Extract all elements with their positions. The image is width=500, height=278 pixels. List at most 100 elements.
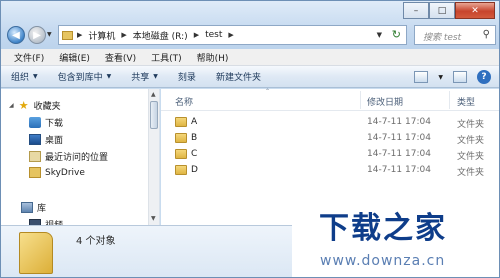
crumb-test[interactable]: test xyxy=(205,30,222,40)
chevron-right-icon[interactable]: ▶ xyxy=(77,31,82,39)
recent-places-icon xyxy=(29,151,41,162)
search-input[interactable]: 搜索 test ⚲ xyxy=(414,25,496,45)
file-row[interactable]: B 14-7-11 17:04 文件夹 xyxy=(169,130,499,146)
download-icon xyxy=(29,117,41,128)
nav-scrollbar[interactable]: ▲ ▼ xyxy=(148,89,159,225)
maximize-button[interactable]: □ xyxy=(429,2,455,19)
nav-favorites[interactable]: ◢ ★ 收藏夹 xyxy=(9,99,61,112)
menu-edit[interactable]: 编辑(E) xyxy=(59,51,90,64)
nav-libraries[interactable]: 库 xyxy=(21,201,46,214)
search-icon[interactable]: ⚲ xyxy=(483,29,490,40)
new-folder-label: 新建文件夹 xyxy=(215,73,261,83)
include-label: 包含到库中 xyxy=(57,73,103,83)
crumb-computer[interactable]: 计算机 xyxy=(88,29,115,42)
share-button[interactable]: 共享 ▼ xyxy=(121,70,168,83)
nav-recent-places[interactable]: 最近访问的位置 xyxy=(29,150,108,163)
watermark-title: 下载之家 xyxy=(319,211,447,246)
column-divider[interactable] xyxy=(449,91,450,109)
scroll-thumb[interactable] xyxy=(150,101,158,129)
nav-recent-label: 最近访问的位置 xyxy=(45,153,109,163)
scroll-up-icon[interactable]: ▲ xyxy=(151,91,156,98)
scroll-down-icon[interactable]: ▼ xyxy=(151,215,156,222)
refresh-icon[interactable]: ↻ xyxy=(392,28,401,41)
nav-downloads[interactable]: 下载 xyxy=(29,116,63,129)
chevron-down-icon[interactable]: ▼ xyxy=(438,74,443,81)
file-date: 14-7-11 17:04 xyxy=(367,165,431,175)
search-placeholder: 搜索 test xyxy=(423,33,462,43)
chevron-right-icon[interactable]: ▶ xyxy=(121,31,126,39)
menu-file[interactable]: 文件(F) xyxy=(14,51,44,64)
sort-arrow-icon: ⌃ xyxy=(265,88,271,95)
address-bar[interactable]: ▶ 计算机 ▶ 本地磁盘 (R:) ▶ test ▶ ▼ ↻ xyxy=(58,25,407,45)
burn-label: 刻录 xyxy=(177,73,196,83)
menu-view[interactable]: 查看(V) xyxy=(105,51,136,64)
crumb-local-disk[interactable]: 本地磁盘 (R:) xyxy=(133,29,188,42)
menu-tools[interactable]: 工具(T) xyxy=(151,51,182,64)
organize-label: 组织 xyxy=(11,73,30,83)
item-count: 4 个对象 xyxy=(76,236,116,247)
menu-help[interactable]: 帮助(H) xyxy=(197,51,229,64)
file-name: A xyxy=(191,117,198,127)
folder-icon xyxy=(62,30,73,40)
file-type: 文件夹 xyxy=(457,168,485,178)
column-date[interactable]: 修改日期 xyxy=(367,95,403,108)
change-view-icon[interactable] xyxy=(414,71,429,83)
nav-skydrive[interactable]: SkyDrive xyxy=(29,167,85,178)
chevron-right-icon[interactable]: ▶ xyxy=(194,31,199,39)
column-divider[interactable] xyxy=(360,91,361,109)
include-in-library-button[interactable]: 包含到库中 ▼ xyxy=(48,70,122,83)
nav-library-label: 库 xyxy=(37,204,47,214)
file-name: B xyxy=(191,133,198,143)
close-button[interactable]: ✕ xyxy=(455,2,495,19)
nav-desktop[interactable]: 桌面 xyxy=(29,133,63,146)
help-icon[interactable]: ? xyxy=(477,70,491,84)
new-folder-button[interactable]: 新建文件夹 xyxy=(206,70,271,83)
file-type: 文件夹 xyxy=(457,136,485,146)
window-controls: – □ ✕ xyxy=(403,2,495,19)
chevron-right-icon[interactable]: ▶ xyxy=(228,31,233,39)
folder-icon xyxy=(19,232,53,274)
watermark-url: www.downza.cn xyxy=(320,253,446,269)
file-name: D xyxy=(191,165,198,175)
file-date: 14-7-11 17:04 xyxy=(367,149,431,159)
recent-pages-dropdown[interactable]: ▼ xyxy=(47,31,52,38)
file-date: 14-7-11 17:04 xyxy=(367,133,431,143)
folder-icon xyxy=(175,133,187,143)
command-bar: 组织 ▼ 包含到库中 ▼ 共享 ▼ 刻录 新建文件夹 ▼ ? xyxy=(1,66,499,88)
burn-button[interactable]: 刻录 xyxy=(168,70,206,83)
nav-videos[interactable]: 视频 xyxy=(29,218,63,225)
forward-button[interactable]: ▶ xyxy=(28,26,46,44)
expand-arrow-icon[interactable]: ◢ xyxy=(9,102,14,109)
breadcrumb: ▶ 计算机 ▶ 本地磁盘 (R:) ▶ test ▶ xyxy=(77,29,234,42)
star-icon: ★ xyxy=(18,99,29,112)
folder-icon xyxy=(175,165,187,175)
navigation-pane: ◢ ★ 收藏夹 下载 桌面 最近访问的位置 SkyDrive 库 视频 xyxy=(1,89,160,225)
file-type: 文件夹 xyxy=(457,152,485,162)
nav-favorites-label: 收藏夹 xyxy=(33,102,61,112)
file-name: C xyxy=(191,149,198,159)
desktop-icon xyxy=(29,134,41,145)
column-name[interactable]: 名称 xyxy=(175,95,193,108)
back-button[interactable]: ◀ xyxy=(7,26,25,44)
nav-desktop-label: 桌面 xyxy=(45,136,64,146)
chevron-down-icon: ▼ xyxy=(33,73,38,80)
file-row[interactable]: C 14-7-11 17:04 文件夹 xyxy=(169,146,499,162)
chevron-down-icon: ▼ xyxy=(153,73,158,80)
file-type: 文件夹 xyxy=(457,120,485,130)
file-date: 14-7-11 17:04 xyxy=(367,117,431,127)
share-label: 共享 xyxy=(131,73,150,83)
file-row[interactable]: D 14-7-11 17:04 文件夹 xyxy=(169,162,499,178)
folder-icon xyxy=(29,167,41,178)
column-type[interactable]: 类型 xyxy=(457,95,475,108)
folder-icon xyxy=(175,149,187,159)
chevron-down-icon: ▼ xyxy=(106,73,112,80)
preview-pane-icon[interactable] xyxy=(453,71,467,83)
view-controls: ▼ ? xyxy=(414,70,491,84)
organize-button[interactable]: 组织 ▼ xyxy=(1,70,48,83)
minimize-button[interactable]: – xyxy=(403,2,429,19)
address-dropdown-icon[interactable]: ▼ xyxy=(377,31,382,39)
nav-skydrive-label: SkyDrive xyxy=(45,167,85,178)
file-row[interactable]: A 14-7-11 17:04 文件夹 xyxy=(169,114,499,130)
column-header: 名称 ⌃ 修改日期 类型 xyxy=(161,88,499,111)
explorer-window: – □ ✕ ◀ ▶ ▼ ▶ 计算机 ▶ 本地磁盘 (R:) ▶ test ▶ ▼… xyxy=(0,0,500,278)
